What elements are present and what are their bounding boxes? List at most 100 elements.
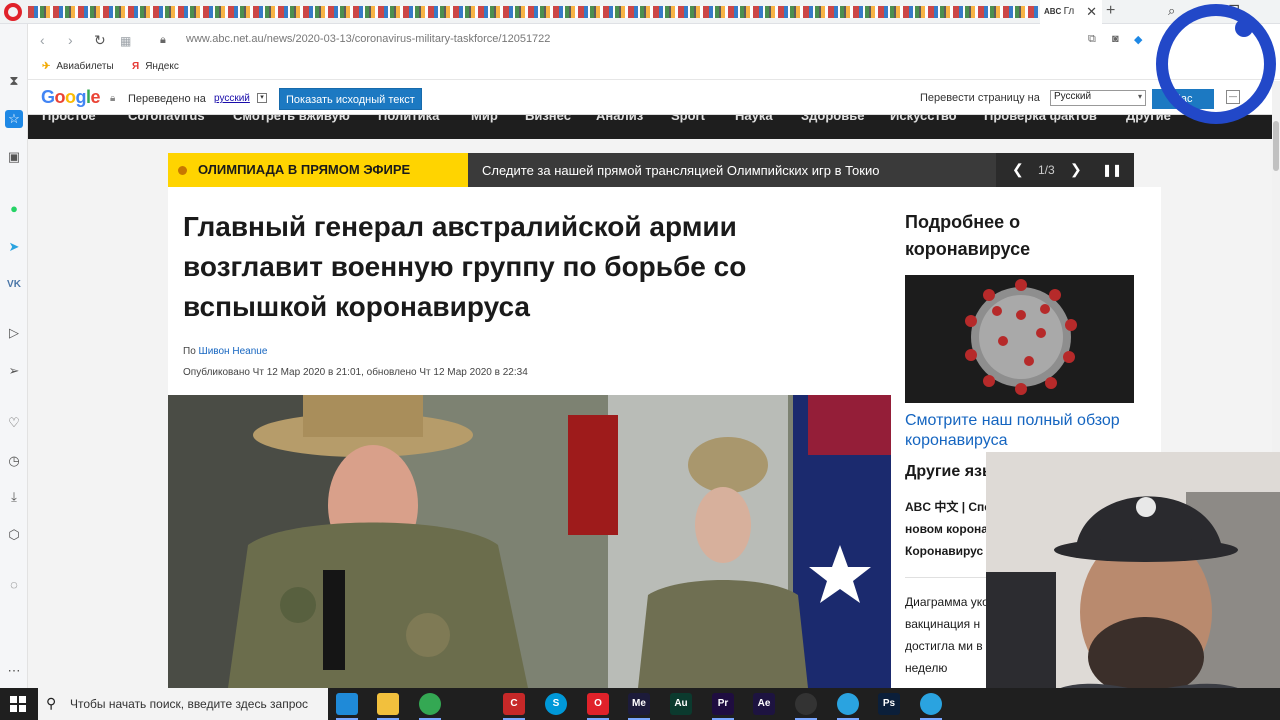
nav-item[interactable]: Мир bbox=[471, 115, 498, 123]
byline-prefix: По bbox=[183, 346, 196, 357]
tab-strip: ABC Гл ✕ + ⌕ — ❐ bbox=[0, 0, 1280, 24]
nav-item[interactable]: Наука bbox=[735, 115, 773, 123]
coronavirus-image[interactable] bbox=[905, 275, 1134, 403]
telegram-icon[interactable] bbox=[837, 693, 859, 715]
tab-favicons-row[interactable] bbox=[28, 6, 1038, 18]
telegram-badge-icon[interactable] bbox=[920, 693, 942, 715]
url-field[interactable]: www.abc.net.au/news/2020-03-13/coronavir… bbox=[186, 33, 550, 45]
file-explorer-icon[interactable] bbox=[377, 693, 399, 715]
premiere-icon[interactable]: Pr bbox=[712, 693, 734, 715]
taskbar-search-placeholder: Чтобы начать поиск, введите здесь запрос bbox=[70, 697, 309, 711]
whatsapp-icon[interactable]: ● bbox=[5, 200, 23, 218]
google-logo: Google bbox=[41, 87, 101, 107]
chevron-left-icon[interactable]: ❮ bbox=[1012, 161, 1024, 178]
back-icon[interactable]: ‹ bbox=[40, 32, 45, 48]
play-circle-icon[interactable]: ▷ bbox=[5, 324, 23, 342]
url-path: /news/2020-03-13/coronavirus-military-ta… bbox=[263, 33, 551, 45]
forward-icon[interactable]: › bbox=[68, 32, 73, 48]
camera-icon[interactable]: ◙ bbox=[1112, 33, 1119, 45]
chevron-down-icon: ▾ bbox=[1137, 92, 1142, 101]
nav-item[interactable]: Sport bbox=[671, 115, 705, 123]
share-icon[interactable]: ⧉ bbox=[1088, 33, 1096, 46]
windows-start-icon[interactable] bbox=[10, 696, 26, 712]
send-icon[interactable]: ➢ bbox=[5, 362, 23, 380]
show-original-button[interactable]: Показать исходный текст bbox=[279, 88, 422, 110]
more-icon[interactable]: ⋯ bbox=[5, 662, 23, 680]
coronavirus-overview-link[interactable]: Смотрите наш полный обзор коронавируса bbox=[905, 411, 1145, 451]
site-nav: Простое Coronavirus Смотреть вживую Поли… bbox=[28, 115, 1272, 139]
google-translate-bar: Google 🔒︎ Переведено на русский ▾ Показа… bbox=[28, 81, 1272, 115]
after-effects-icon[interactable]: Ae bbox=[753, 693, 775, 715]
yandex-icon: Я bbox=[132, 61, 140, 72]
bookmark-yandex[interactable]: Я Яндекс bbox=[132, 61, 179, 72]
obs-icon[interactable] bbox=[795, 693, 817, 715]
telegram-icon[interactable]: ➤ bbox=[5, 238, 23, 256]
hourglass-icon[interactable]: ⧗ bbox=[5, 72, 23, 90]
airplane-icon: ✈ bbox=[42, 61, 51, 72]
audition-icon[interactable]: Au bbox=[670, 693, 692, 715]
pause-icon[interactable]: ❚❚ bbox=[1102, 163, 1122, 177]
byline: По Шивон Heanue bbox=[183, 346, 267, 357]
active-tab-label: Гл bbox=[1063, 6, 1075, 17]
player-icon[interactable]: ▣ bbox=[5, 148, 23, 166]
language-dropdown-icon[interactable]: ▾ bbox=[257, 93, 267, 103]
live-banner-title: ОЛИМПИАДА В ПРЯМОМ ЭФИРЕ bbox=[198, 162, 411, 177]
soldiers-photo-image bbox=[168, 395, 891, 688]
app-c-icon[interactable]: C bbox=[503, 693, 525, 715]
close-tab-icon[interactable]: ✕ bbox=[1086, 4, 1097, 20]
lock-icon: 🔒︎ bbox=[110, 93, 116, 104]
live-banner-counter: 1/3 bbox=[1038, 163, 1055, 177]
article: Главный генерал австралийской армии возг… bbox=[168, 187, 891, 688]
media-encoder-icon[interactable]: Me bbox=[628, 693, 650, 715]
opera-menu-icon[interactable] bbox=[4, 3, 22, 21]
nav-item[interactable]: Здоровье bbox=[801, 115, 864, 123]
lock-icon: 🔒︎ bbox=[160, 34, 166, 46]
new-tab-icon[interactable]: + bbox=[1106, 2, 1115, 20]
webcam-overlay bbox=[986, 452, 1280, 720]
adblock-shield-icon[interactable]: ◆ bbox=[1134, 33, 1142, 46]
published-date: Опубликовано Чт 12 Мар 2020 в 21:01, обн… bbox=[183, 367, 528, 378]
nav-item[interactable]: Анализ bbox=[596, 115, 643, 123]
tips-icon[interactable]: ◌ bbox=[5, 576, 23, 594]
history-icon[interactable]: ◷ bbox=[5, 452, 23, 470]
translated-language-link[interactable]: русский bbox=[214, 93, 250, 104]
taskbar-search[interactable]: ⚲ Чтобы начать поиск, введите здесь запр… bbox=[38, 688, 328, 720]
selected-language: Русский bbox=[1054, 91, 1092, 102]
author-link[interactable]: Шивон Heanue bbox=[199, 346, 268, 357]
skype-icon[interactable]: S bbox=[545, 693, 567, 715]
reload-icon[interactable]: ↻ bbox=[94, 32, 106, 49]
nav-item[interactable]: Проверка фактов bbox=[984, 115, 1097, 123]
speed-dial-icon[interactable]: ☆ bbox=[5, 110, 23, 128]
photoshop-icon[interactable]: Ps bbox=[878, 693, 900, 715]
channel-logo bbox=[1144, 0, 1280, 130]
chevron-right-icon[interactable]: ❯ bbox=[1070, 161, 1082, 178]
live-banner-label-box: ОЛИМПИАДА В ПРЯМОМ ЭФИРЕ bbox=[168, 153, 468, 187]
nav-item[interactable]: Искусство bbox=[890, 115, 957, 123]
nav-item[interactable]: Политика bbox=[378, 115, 439, 123]
nav-item[interactable]: Простое bbox=[42, 115, 96, 123]
tabs-grid-icon[interactable]: ▦ bbox=[120, 34, 131, 48]
article-photo bbox=[168, 395, 891, 688]
target-language-select[interactable]: Русский ▾ bbox=[1050, 90, 1146, 106]
opera-icon[interactable]: O bbox=[587, 693, 609, 715]
extensions-icon[interactable]: ⬡ bbox=[5, 526, 23, 544]
search-icon: ⚲ bbox=[46, 695, 57, 711]
lang-prefix: ABC 中文 bbox=[905, 500, 959, 514]
chrome-icon[interactable] bbox=[419, 693, 441, 715]
nav-item[interactable]: Бизнес bbox=[525, 115, 571, 123]
heart-icon[interactable]: ♡ bbox=[5, 414, 23, 432]
live-banner-controls: ❮ 1/3 ❯ ❚❚ bbox=[996, 153, 1134, 187]
bookmark-aviabilety[interactable]: ✈ Авиабилеты bbox=[42, 61, 114, 72]
nav-item[interactable]: Coronavirus bbox=[128, 115, 205, 123]
downloads-icon[interactable]: ⤓ bbox=[5, 488, 23, 506]
vk-icon[interactable]: VK bbox=[5, 276, 23, 294]
live-banner[interactable]: ОЛИМПИАДА В ПРЯМОМ ЭФИРЕ Следите за наше… bbox=[168, 153, 1134, 187]
bookmark-label: Авиабилеты bbox=[56, 61, 114, 72]
nav-item[interactable]: Смотреть вживую bbox=[233, 115, 350, 123]
live-banner-text[interactable]: Следите за нашей прямой трансляцией Олим… bbox=[482, 163, 879, 178]
channel-logo-icon bbox=[1156, 4, 1276, 124]
abc-favicon-icon: ABC bbox=[1044, 7, 1064, 16]
active-tab[interactable]: ABC Гл ✕ bbox=[1040, 0, 1102, 24]
live-banner-content: Следите за нашей прямой трансляцией Олим… bbox=[468, 153, 1134, 187]
edge-icon[interactable] bbox=[336, 693, 358, 715]
